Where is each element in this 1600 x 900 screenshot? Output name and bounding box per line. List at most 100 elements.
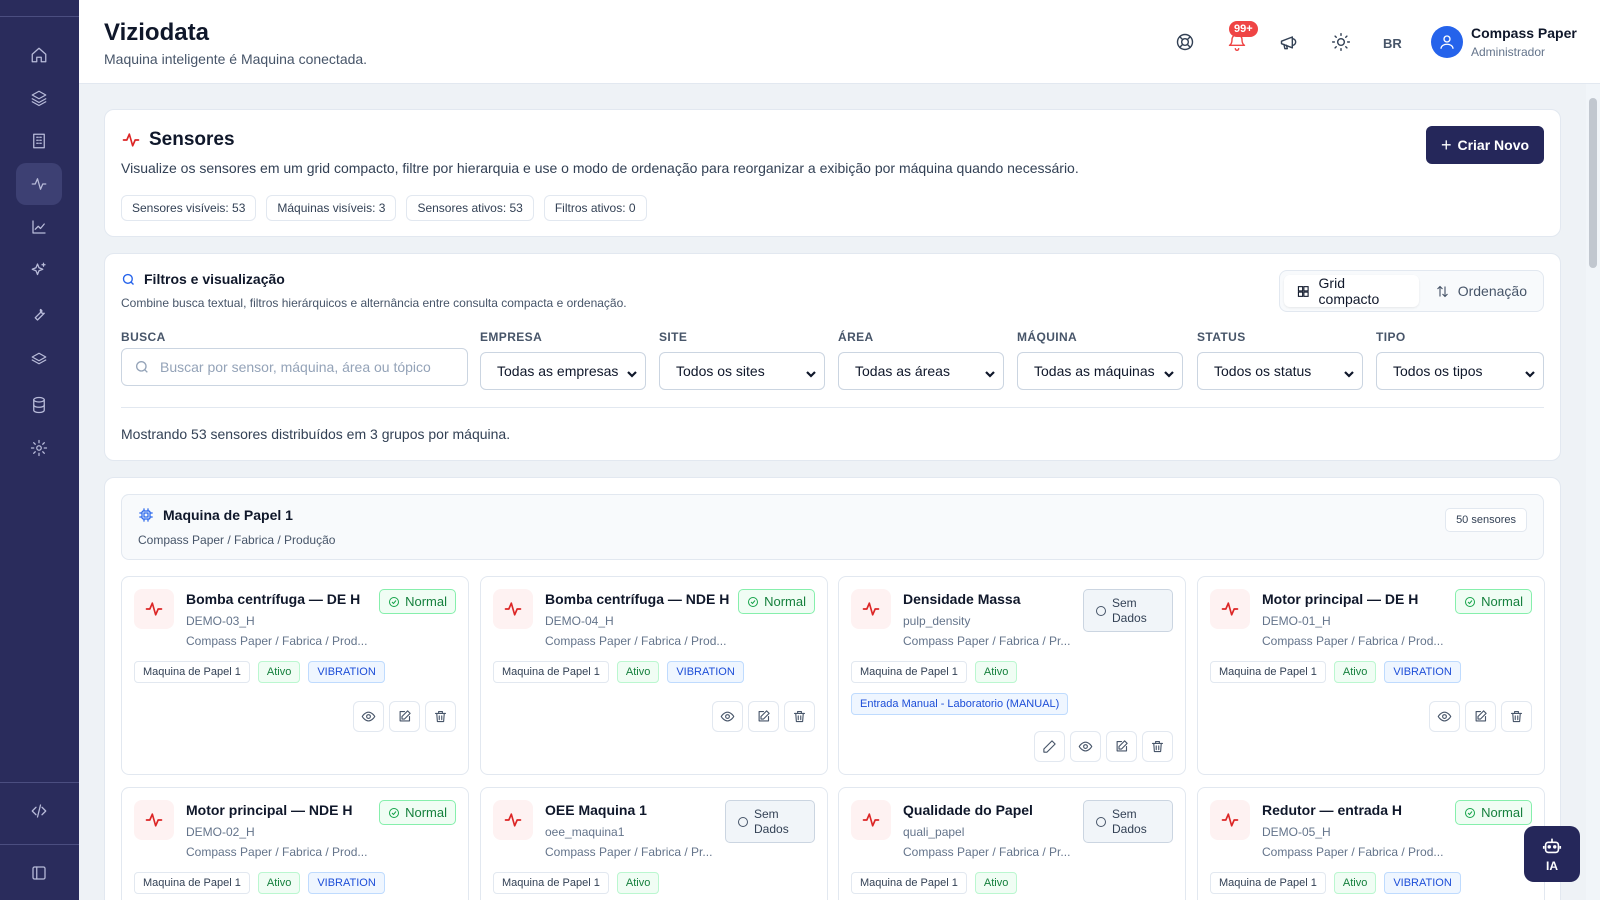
- wrench-icon[interactable]: [16, 293, 62, 335]
- status-badge: Normal: [1455, 800, 1532, 825]
- type-select[interactable]: Todos os tipos: [1376, 352, 1544, 390]
- sensor-card[interactable]: Qualidade do Papel quali_papel Compass P…: [838, 787, 1186, 900]
- active-tag: Ativo: [257, 661, 301, 683]
- chip-visible-sensors: Sensores visíveis: 53: [121, 195, 257, 221]
- active-tag: Ativo: [257, 872, 301, 894]
- ia-assistant-button[interactable]: IA: [1524, 826, 1580, 882]
- edit-button[interactable]: [389, 701, 420, 732]
- delete-button[interactable]: [1142, 731, 1173, 762]
- user-name[interactable]: Compass Paper: [1471, 25, 1577, 41]
- area-select[interactable]: Todas as áreas: [838, 352, 1004, 390]
- building-icon[interactable]: [16, 120, 62, 162]
- gear-icon[interactable]: [16, 427, 62, 469]
- create-new-button[interactable]: + Criar Novo: [1426, 126, 1544, 164]
- sun-icon[interactable]: [1329, 30, 1353, 54]
- activity-icon: [134, 800, 174, 840]
- view-grid-button[interactable]: Grid compacto: [1284, 275, 1419, 307]
- edit-button[interactable]: [1106, 731, 1137, 762]
- activity-icon: [851, 589, 891, 629]
- edit-button[interactable]: [1465, 701, 1496, 732]
- activity-icon: [493, 800, 533, 840]
- chevron-down-icon: [1164, 366, 1174, 378]
- chevron-down-icon: [985, 366, 995, 378]
- machine-select[interactable]: Todas as máquinas: [1017, 352, 1183, 390]
- activity-icon[interactable]: [16, 163, 62, 205]
- delete-button[interactable]: [1501, 701, 1532, 732]
- sparkles-icon[interactable]: [16, 249, 62, 291]
- company-select[interactable]: Todas as empresas: [480, 352, 646, 390]
- pencil-icon: [1043, 740, 1056, 753]
- avatar[interactable]: [1431, 26, 1463, 58]
- sensor-tags: Maquina de Papel 1 Ativo VIBRATION: [134, 872, 385, 894]
- sensor-path: Compass Paper / Fabrica / Prod...: [186, 634, 368, 648]
- stack-icon[interactable]: [16, 339, 62, 381]
- sensor-card[interactable]: Bomba centrífuga — NDE H DEMO-04_H Compa…: [480, 576, 828, 775]
- edit-button[interactable]: [748, 701, 779, 732]
- delete-button[interactable]: [784, 701, 815, 732]
- eye-icon: [1437, 711, 1452, 722]
- type-select-value: Todos os tipos: [1393, 363, 1483, 379]
- view-button[interactable]: [1429, 701, 1460, 732]
- create-new-label: Criar Novo: [1457, 137, 1530, 153]
- eye-icon: [720, 711, 735, 722]
- view-button[interactable]: [712, 701, 743, 732]
- machine-tag: Maquina de Papel 1: [1210, 872, 1326, 894]
- view-order-button[interactable]: Ordenação: [1423, 275, 1539, 307]
- delete-button[interactable]: [425, 701, 456, 732]
- status-select[interactable]: Todos os status: [1197, 352, 1363, 390]
- sensor-name: Motor principal — NDE H: [186, 802, 353, 818]
- database-icon[interactable]: [16, 384, 62, 426]
- summary-chips: Sensores visíveis: 53 Máquinas visíveis:…: [121, 195, 647, 221]
- page-title: Sensores: [149, 129, 235, 150]
- sensor-path: Compass Paper / Fabrica / Pr...: [903, 634, 1071, 648]
- sensor-code: DEMO-01_H: [1262, 614, 1331, 628]
- sidebar-toggle-icon[interactable]: [16, 852, 62, 894]
- sensor-name: Redutor — entrada H: [1262, 802, 1403, 818]
- view-button[interactable]: [1070, 731, 1101, 762]
- language-selector[interactable]: BR: [1383, 36, 1402, 51]
- cpu-icon: [139, 508, 153, 522]
- sensor-card[interactable]: Redutor — entrada H DEMO-05_H Compass Pa…: [1197, 787, 1545, 900]
- layers-icon[interactable]: [16, 77, 62, 119]
- status-text: Normal: [405, 594, 447, 609]
- sensor-code: DEMO-05_H: [1262, 825, 1331, 839]
- sensor-path: Compass Paper / Fabrica / Pr...: [903, 845, 1071, 859]
- sensor-card[interactable]: Bomba centrífuga — DE H DEMO-03_H Compas…: [121, 576, 469, 775]
- filters-subtitle: Combine busca textual, filtros hierárqui…: [121, 296, 627, 310]
- type-label: TIPO: [1376, 330, 1406, 344]
- chevron-down-icon: [806, 366, 816, 378]
- search-icon: [136, 361, 148, 373]
- sensor-card[interactable]: Densidade Massa pulp_density Compass Pap…: [838, 576, 1186, 775]
- machine-group-header[interactable]: Maquina de Papel 1 Compass Paper / Fabri…: [121, 494, 1544, 560]
- search-input[interactable]: [160, 359, 450, 375]
- company-select-value: Todas as empresas: [497, 363, 619, 379]
- code-icon[interactable]: [16, 790, 62, 832]
- sensor-tags: Maquina de Papel 1 Ativo VIBRATION: [134, 661, 385, 683]
- scrollbar-thumb[interactable]: [1589, 98, 1597, 268]
- status-badge: Sem Dados: [1083, 589, 1173, 632]
- sensor-card[interactable]: OEE Maquina 1 oee_maquina1 Compass Paper…: [480, 787, 828, 900]
- chart-icon[interactable]: [16, 206, 62, 248]
- edit-icon: [399, 710, 411, 722]
- status-badge: Normal: [379, 800, 456, 825]
- sensor-card[interactable]: Motor principal — NDE H DEMO-02_H Compas…: [121, 787, 469, 900]
- app-subtitle: Maquina inteligente é Maquina conectada.: [104, 51, 368, 67]
- notification-badge: 99+: [1229, 21, 1258, 37]
- status-text: Sem Dados: [754, 806, 789, 836]
- site-select[interactable]: Todos os sites: [659, 352, 825, 390]
- view-button[interactable]: [353, 701, 384, 732]
- sensor-card[interactable]: Motor principal — DE H DEMO-01_H Compass…: [1197, 576, 1545, 775]
- megaphone-icon[interactable]: [1277, 30, 1301, 54]
- edit-icon: [1475, 710, 1487, 722]
- lifebuoy-icon[interactable]: [1173, 30, 1197, 54]
- home-icon[interactable]: [16, 34, 62, 76]
- source-tag: Entrada Manual - Laboratorio (MANUAL): [851, 693, 1069, 715]
- manual-entry-button[interactable]: [1034, 731, 1065, 762]
- edit-icon: [758, 710, 770, 722]
- page-scrollbar[interactable]: [1586, 84, 1600, 900]
- trash-icon: [1151, 740, 1164, 753]
- sensor-name: Qualidade do Papel: [903, 802, 1033, 818]
- sensor-tags: Maquina de Papel 1 Ativo: [851, 661, 1018, 683]
- edit-icon: [1116, 740, 1128, 752]
- results-summary: Mostrando 53 sensores distribuídos em 3 …: [121, 426, 511, 442]
